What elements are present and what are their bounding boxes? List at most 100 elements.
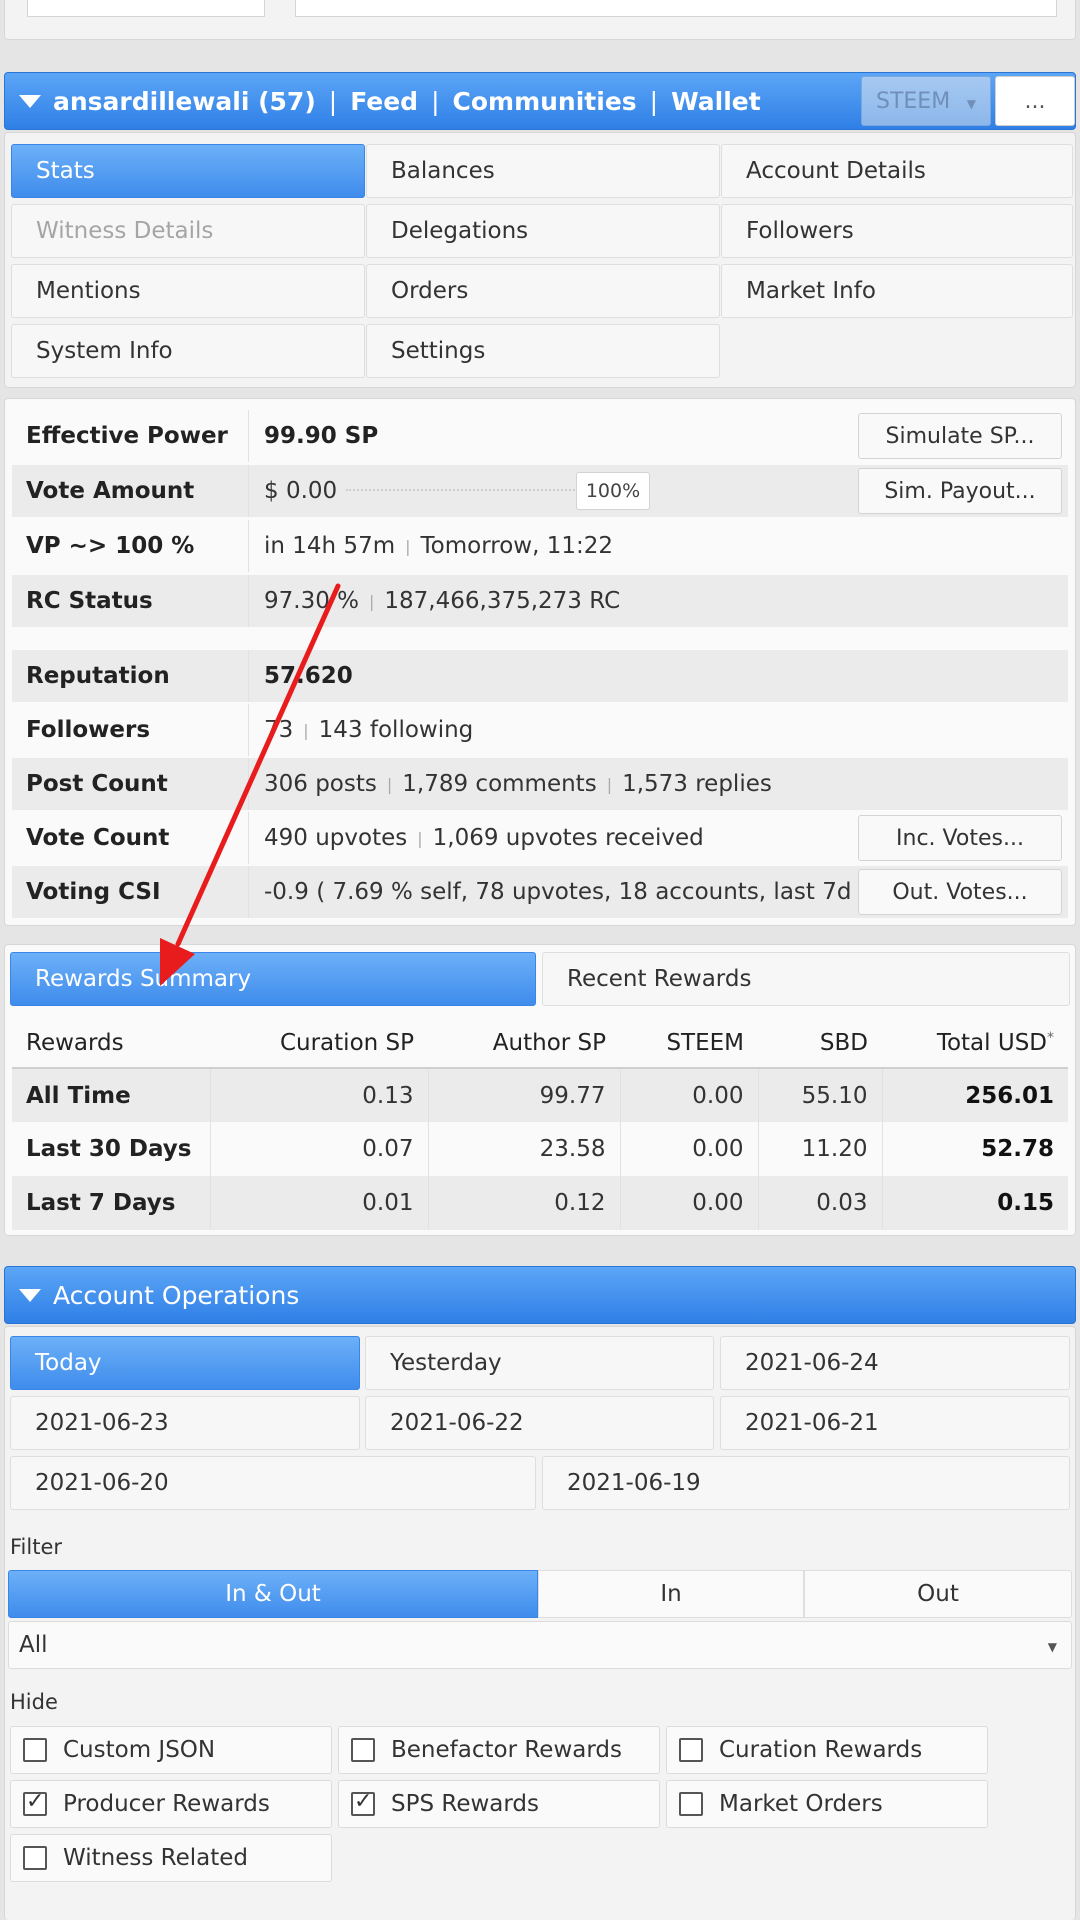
table-cell: 0.12	[427, 1176, 620, 1230]
tab-delegations[interactable]: Delegations	[366, 204, 720, 258]
stat-row-vote-amount: Vote Amount $ 0.00 100% Sim. Payout...	[12, 465, 1068, 517]
following-value: 143 following	[318, 717, 474, 743]
hide-curation-rewards[interactable]: Curation Rewards	[666, 1726, 988, 1774]
column-header: STEEM	[620, 1018, 758, 1069]
day-tab[interactable]: 2021-06-22	[365, 1396, 714, 1450]
tab-system-info[interactable]: System Info	[11, 324, 365, 378]
collapse-triangle-icon[interactable]	[19, 94, 41, 108]
row-label: Last 7 Days	[12, 1176, 210, 1230]
checkbox-icon[interactable]	[23, 1846, 47, 1870]
day-tab[interactable]: 2021-06-24	[720, 1336, 1070, 1390]
hide-witness-related[interactable]: Witness Related	[10, 1834, 332, 1882]
row-label: Last 30 Days	[12, 1122, 210, 1176]
token-select-value: STEEM	[876, 88, 951, 114]
table-cell: 23.58	[427, 1122, 620, 1176]
stat-row-vp: VP ~> 100 % in 14h 57m | Tomorrow, 11:22	[12, 520, 1068, 572]
tab-mentions[interactable]: Mentions	[11, 264, 365, 318]
stat-label: Vote Count	[26, 825, 170, 851]
upvotes-value: 490 upvotes	[264, 825, 408, 851]
vote-weight-slider[interactable]	[346, 489, 578, 491]
table-row: Last 7 Days 0.01 0.12 0.00 0.03 0.15	[12, 1176, 1068, 1230]
partial-field-right	[295, 0, 1057, 17]
more-button[interactable]: ...	[995, 76, 1075, 126]
hide-market-orders[interactable]: Market Orders	[666, 1780, 988, 1828]
comments-value: 1,789 comments	[402, 771, 597, 797]
column-header: Author SP	[428, 1018, 620, 1069]
reputation-value: 57.620	[264, 663, 353, 689]
hide-custom-json[interactable]: Custom JSON	[10, 1726, 332, 1774]
table-cell: 99.77	[427, 1068, 620, 1122]
checkbox-icon[interactable]	[351, 1738, 375, 1762]
day-tab[interactable]: 2021-06-20	[10, 1456, 536, 1510]
column-header: Curation SP	[210, 1018, 428, 1069]
table-row: All Time 0.13 99.77 0.00 55.10 256.01	[12, 1068, 1068, 1122]
tab-rewards-summary[interactable]: Rewards Summary	[10, 952, 536, 1006]
stat-label: VP ~> 100 %	[26, 533, 195, 559]
checkbox-icon[interactable]	[23, 1738, 47, 1762]
out-votes-button[interactable]: Out. Votes...	[858, 869, 1062, 915]
tab-account-details[interactable]: Account Details	[721, 144, 1073, 198]
checkbox-checked-icon[interactable]	[351, 1789, 375, 1816]
rc-percent: 97.30 %	[264, 588, 360, 614]
tab-followers[interactable]: Followers	[721, 204, 1073, 258]
account-nav-bar: ansardillewali (57) | Feed | Communities…	[4, 72, 1076, 130]
tab-market-info[interactable]: Market Info	[721, 264, 1073, 318]
tab-orders[interactable]: Orders	[366, 264, 720, 318]
vote-amount-value: $ 0.00	[264, 478, 338, 504]
table-cell-total: 256.01	[881, 1068, 1068, 1122]
stat-row-vote-count: Vote Count 490 upvotes | 1,069 upvotes r…	[12, 812, 1068, 864]
day-tab-yesterday[interactable]: Yesterday	[365, 1336, 714, 1390]
tab-stats[interactable]: Stats	[11, 144, 365, 198]
hide-sps-rewards[interactable]: SPS Rewards	[338, 1780, 660, 1828]
table-cell: 0.03	[757, 1176, 882, 1230]
table-cell: 11.20	[757, 1122, 882, 1176]
checkbox-checked-icon[interactable]	[23, 1789, 47, 1816]
token-select[interactable]: STEEM ▼	[861, 76, 991, 126]
filter-out[interactable]: Out	[804, 1570, 1072, 1618]
checkbox-icon[interactable]	[679, 1792, 703, 1816]
table-cell: 0.00	[619, 1176, 758, 1230]
vote-weight-value[interactable]: 100%	[576, 472, 650, 510]
day-tab[interactable]: 2021-06-19	[542, 1456, 1070, 1510]
table-row: Last 30 Days 0.07 23.58 0.00 11.20 52.78	[12, 1122, 1068, 1176]
inc-votes-button[interactable]: Inc. Votes...	[858, 815, 1062, 861]
operation-type-select[interactable]: All ▼	[8, 1621, 1072, 1669]
feed-link[interactable]: Feed	[350, 87, 418, 116]
table-cell: 0.01	[209, 1176, 428, 1230]
column-header-total: Total USD*	[882, 1018, 1068, 1069]
followers-value: 73	[264, 717, 294, 743]
vp-time: in 14h 57m	[264, 533, 396, 559]
tab-balances[interactable]: Balances	[366, 144, 720, 198]
filter-in[interactable]: In	[538, 1570, 804, 1618]
effective-power-value: 99.90 SP	[264, 423, 379, 449]
hide-benefactor-rewards[interactable]: Benefactor Rewards	[338, 1726, 660, 1774]
stat-row-voting-csi: Voting CSI -0.9 ( 7.69 % self, 78 upvote…	[12, 866, 1068, 918]
table-cell: 0.07	[209, 1122, 428, 1176]
day-tab-today[interactable]: Today	[10, 1336, 360, 1390]
table-cell: 55.10	[757, 1068, 882, 1122]
stat-label: Followers	[26, 717, 151, 743]
day-tab[interactable]: 2021-06-23	[10, 1396, 360, 1450]
account-name-link[interactable]: ansardillewali (57)	[53, 87, 316, 116]
partial-field-left	[27, 0, 265, 17]
replies-value: 1,573 replies	[622, 771, 772, 797]
simulate-sp-button[interactable]: Simulate SP...	[858, 413, 1062, 459]
stat-row-post-count: Post Count 306 posts | 1,789 comments | …	[12, 758, 1068, 810]
checkbox-icon[interactable]	[679, 1738, 703, 1762]
stat-row-rc-status: RC Status 97.30 % | 187,466,375,273 RC	[12, 575, 1068, 627]
rewards-table: Rewards Curation SP Author SP STEEM SBD …	[12, 1018, 1068, 1230]
table-header-row: Rewards Curation SP Author SP STEEM SBD …	[12, 1018, 1068, 1069]
hide-producer-rewards[interactable]: Producer Rewards	[10, 1780, 332, 1828]
sim-payout-button[interactable]: Sim. Payout...	[858, 468, 1062, 514]
filter-in-out[interactable]: In & Out	[8, 1570, 538, 1618]
tab-settings[interactable]: Settings	[366, 324, 720, 378]
wallet-link[interactable]: Wallet	[671, 87, 761, 116]
day-tab[interactable]: 2021-06-21	[720, 1396, 1070, 1450]
account-operations-bar[interactable]: Account Operations	[4, 1266, 1076, 1324]
checkbox-label: Producer Rewards	[63, 1791, 270, 1817]
communities-link[interactable]: Communities	[453, 87, 637, 116]
operation-type-value: All	[19, 1632, 48, 1658]
top-partial-panel	[4, 0, 1076, 40]
tab-recent-rewards[interactable]: Recent Rewards	[542, 952, 1070, 1006]
checkbox-label: Benefactor Rewards	[391, 1737, 622, 1763]
